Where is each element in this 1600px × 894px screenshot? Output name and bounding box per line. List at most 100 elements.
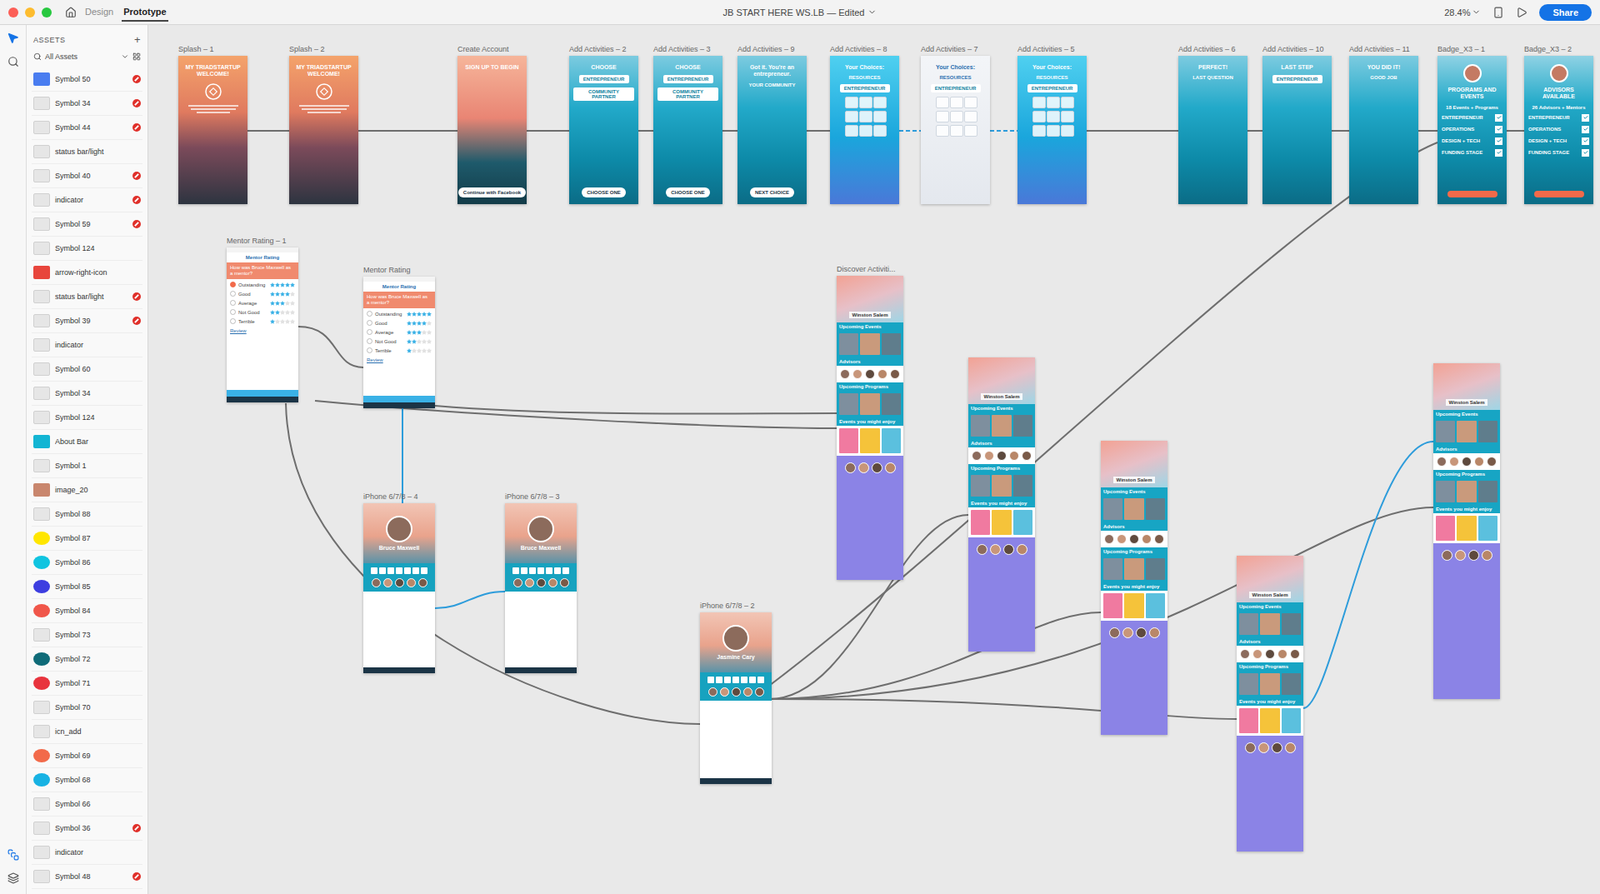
artboard[interactable]: Add Activities – 10LAST STEPENTREPRENEUR bbox=[1262, 45, 1332, 205]
review-link[interactable]: Review bbox=[226, 326, 299, 335]
event-card[interactable] bbox=[1103, 498, 1123, 520]
flow-connector[interactable] bbox=[638, 130, 654, 132]
artboard[interactable]: Add Activities – 8Your Choices:RESOURCES… bbox=[830, 45, 900, 205]
program-card[interactable] bbox=[970, 475, 990, 497]
event-card[interactable] bbox=[1239, 613, 1259, 635]
advisor-avatar[interactable] bbox=[1486, 456, 1497, 467]
skill-tile[interactable] bbox=[732, 676, 740, 684]
choice-cell[interactable] bbox=[935, 96, 950, 109]
choice-cell[interactable] bbox=[1046, 125, 1060, 137]
artboard[interactable]: Add Activities – 2CHOOSEENTREPRENEURCOMM… bbox=[569, 45, 639, 205]
radio[interactable] bbox=[366, 320, 373, 326]
choice-cell[interactable] bbox=[859, 110, 873, 123]
asset-item[interactable]: status bar/light bbox=[31, 140, 143, 165]
mentor-avatar[interactable] bbox=[720, 687, 730, 697]
skill-tile[interactable] bbox=[420, 567, 428, 575]
screen-button[interactable]: CHOOSE ONE bbox=[665, 187, 710, 198]
choice-chip[interactable]: ENTREPRENEUR bbox=[840, 84, 890, 93]
flow-connector[interactable] bbox=[435, 405, 837, 415]
flow-connector[interactable] bbox=[1331, 130, 1350, 132]
choice-cell[interactable] bbox=[1046, 96, 1060, 109]
member-avatar[interactable] bbox=[1245, 742, 1256, 754]
skill-tile[interactable] bbox=[554, 567, 561, 575]
minimize-button[interactable] bbox=[25, 7, 35, 18]
asset-item[interactable]: Symbol 69 bbox=[31, 744, 143, 769]
design-canvas[interactable]: Splash – 1MY TRIADSTARTUP WELCOME! Splash… bbox=[148, 25, 1600, 894]
flow-connector[interactable] bbox=[990, 130, 1018, 132]
event-card[interactable] bbox=[1260, 613, 1280, 635]
member-avatar[interactable] bbox=[1441, 550, 1453, 561]
choice-cell[interactable] bbox=[964, 96, 978, 109]
flow-connector[interactable] bbox=[769, 142, 1438, 686]
event-card[interactable] bbox=[1456, 420, 1476, 443]
checkbox[interactable] bbox=[1495, 149, 1503, 157]
event-card[interactable] bbox=[1239, 708, 1259, 734]
screen-button[interactable]: CHOOSE ONE bbox=[581, 187, 626, 198]
choice-cell[interactable] bbox=[845, 110, 859, 123]
artboard-label[interactable]: Badge_X3 – 2 bbox=[1524, 45, 1594, 56]
choice-cell[interactable] bbox=[964, 110, 978, 123]
submit-button[interactable] bbox=[363, 395, 435, 403]
asset-item[interactable]: status bar/light bbox=[31, 285, 143, 310]
rating-option[interactable]: Average bbox=[366, 329, 432, 335]
rating-option[interactable]: Good bbox=[230, 290, 295, 297]
event-card[interactable] bbox=[1435, 420, 1455, 443]
asset-item[interactable]: Symbol 68 bbox=[31, 768, 143, 793]
advisor-avatar[interactable] bbox=[1129, 534, 1140, 545]
flow-connector[interactable] bbox=[1303, 441, 1434, 709]
artboard[interactable]: Discover Activiti...Winston SalemUpcomin… bbox=[836, 265, 904, 580]
asset-item[interactable]: Symbol 85 bbox=[31, 575, 143, 600]
check-row[interactable]: OPERATIONS bbox=[1441, 125, 1503, 134]
asset-item[interactable]: Symbol 40 bbox=[31, 164, 143, 189]
choice-cell[interactable] bbox=[859, 125, 873, 137]
artboard[interactable]: Badge_X3 – 1PROGRAMS AND EVENTS18 Events… bbox=[1437, 45, 1507, 205]
check-row[interactable]: ENTREPRENEUR bbox=[1441, 114, 1503, 122]
advisor-avatar[interactable] bbox=[1116, 534, 1127, 545]
artboard-label[interactable]: Add Activities – 10 bbox=[1262, 45, 1332, 56]
mentor-avatar[interactable] bbox=[383, 578, 393, 588]
flow-connector[interactable] bbox=[358, 130, 458, 132]
radio[interactable] bbox=[230, 318, 236, 325]
advisor-avatar[interactable] bbox=[1265, 649, 1275, 660]
program-card[interactable] bbox=[839, 393, 859, 415]
mentor-avatar[interactable] bbox=[395, 578, 405, 588]
artboard-label[interactable]: Add Activities – 7 bbox=[920, 45, 990, 56]
artboard-label[interactable]: iPhone 6/7/8 – 3 bbox=[505, 492, 577, 504]
flow-connector[interactable] bbox=[285, 403, 700, 725]
skill-tile[interactable] bbox=[740, 676, 748, 684]
member-avatar[interactable] bbox=[990, 544, 1001, 555]
event-card[interactable] bbox=[860, 428, 880, 454]
skill-tile[interactable] bbox=[387, 567, 395, 575]
share-button[interactable]: Share bbox=[1539, 4, 1592, 21]
play-icon[interactable] bbox=[1515, 6, 1528, 19]
asset-item[interactable]: indicator bbox=[31, 840, 143, 865]
mentor-avatar[interactable] bbox=[525, 578, 535, 588]
advisor-avatar[interactable] bbox=[840, 369, 850, 380]
advisor-avatar[interactable] bbox=[1154, 534, 1165, 545]
choice-cell[interactable] bbox=[950, 96, 964, 109]
artboard-label[interactable]: Add Activities – 2 bbox=[569, 45, 639, 56]
checkbox[interactable] bbox=[1581, 149, 1590, 157]
mentor-avatar[interactable] bbox=[406, 578, 416, 588]
advisor-avatar[interactable] bbox=[877, 369, 888, 380]
advisor-avatar[interactable] bbox=[996, 450, 1007, 461]
radio[interactable] bbox=[366, 347, 373, 354]
event-card[interactable] bbox=[839, 428, 859, 454]
member-avatar[interactable] bbox=[1016, 544, 1028, 555]
skill-tile[interactable] bbox=[412, 567, 420, 575]
artboard[interactable]: Splash – 1MY TRIADSTARTUP WELCOME! bbox=[178, 45, 248, 205]
flow-connector[interactable] bbox=[401, 408, 404, 504]
skill-tile[interactable] bbox=[404, 567, 411, 575]
artboard-label[interactable]: Splash – 2 bbox=[289, 45, 359, 56]
member-avatar[interactable] bbox=[1481, 550, 1493, 561]
choice-cell[interactable] bbox=[873, 110, 887, 123]
artboard[interactable]: Mentor Rating – 1Mentor RatingHow was Br… bbox=[226, 236, 299, 403]
radio[interactable] bbox=[230, 281, 236, 288]
artboard-label[interactable]: Add Activities – 6 bbox=[1178, 45, 1248, 56]
flow-connector[interactable] bbox=[899, 130, 921, 132]
program-card[interactable] bbox=[1478, 480, 1498, 503]
advisor-avatar[interactable] bbox=[1436, 456, 1447, 467]
advisor-avatar[interactable] bbox=[1290, 649, 1300, 660]
artboard-label[interactable] bbox=[968, 346, 1035, 358]
member-avatar[interactable] bbox=[885, 462, 896, 474]
